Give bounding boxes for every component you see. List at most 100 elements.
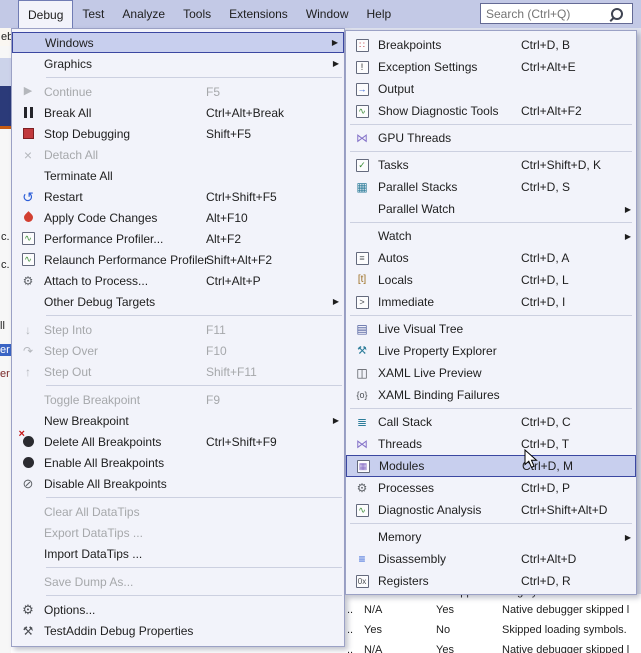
menu-item-locals[interactable]: [t] Locals Ctrl+D, L xyxy=(346,269,636,291)
menu-item-step-out[interactable]: ↑ Step Out Shift+F11 xyxy=(12,361,344,382)
menu-item-shortcut: Ctrl+Shift+Alt+D xyxy=(521,503,608,517)
background-navy-block xyxy=(0,86,11,126)
menu-item-memory[interactable]: Memory ▶ xyxy=(346,526,636,548)
menu-item-show-diagnostic-tools[interactable]: ∿ Show Diagnostic Tools Ctrl+Alt+F2 xyxy=(346,100,636,122)
menu-item-other-debug-targets[interactable]: Other Debug Targets ▶ xyxy=(12,291,344,312)
menu-item-apply-code-changes[interactable]: Apply Code Changes Alt+F10 xyxy=(12,207,344,228)
menu-item-parallel-watch[interactable]: Parallel Watch ▶ xyxy=(346,198,636,220)
menu-item-live-property-explorer[interactable]: ⚒ Live Property Explorer xyxy=(346,340,636,362)
menu-item-registers[interactable]: 0x Registers Ctrl+D, R xyxy=(346,570,636,592)
menu-item-stop-debugging[interactable]: Stop Debugging Shift+F5 xyxy=(12,123,344,144)
table-cell-col2: N/A xyxy=(364,644,383,653)
menu-item-performance-profiler[interactable]: ∿ Performance Profiler... Alt+F2 xyxy=(12,228,344,249)
menubar-item-debug[interactable]: Debug xyxy=(18,0,74,28)
menu-separator xyxy=(350,222,632,223)
menu-item-tasks[interactable]: ✓ Tasks Ctrl+Shift+D, K xyxy=(346,154,636,176)
menu-item-label: Clear All DataTips xyxy=(44,504,140,519)
background-text-fragment: c. xyxy=(1,259,10,271)
menu-item-autos[interactable]: ≡ Autos Ctrl+D, A xyxy=(346,247,636,269)
menu-item-label: Disable All Breakpoints xyxy=(44,476,167,491)
menu-item-output[interactable]: → Output xyxy=(346,78,636,100)
menu-item-label: Threads xyxy=(378,437,423,451)
menu-item-diagnostic-analysis[interactable]: ∿ Diagnostic Analysis Ctrl+Shift+Alt+D xyxy=(346,499,636,521)
step-into-icon: ↓ xyxy=(25,322,31,337)
menu-item-label: Break All xyxy=(44,105,92,120)
menu-item-break-all[interactable]: Break All Ctrl+Alt+Break xyxy=(12,102,344,123)
menu-item-shortcut: Shift+F11 xyxy=(206,364,257,379)
show-diagnostic-tools-icon: ∿ xyxy=(355,104,369,118)
menu-item-label: Parallel Stacks xyxy=(378,180,458,194)
table-row[interactable]: .. Yes No Skipped loading symbols. xyxy=(345,620,641,640)
diagnostic-analysis-icon: ∿ xyxy=(355,503,369,517)
menubar-item-extensions[interactable]: Extensions xyxy=(220,0,297,28)
menubar-item-help[interactable]: Help xyxy=(358,0,401,28)
registers-icon: 0x xyxy=(355,574,369,588)
menu-item-shortcut: Ctrl+D, R xyxy=(521,574,571,588)
menu-item-label: Stop Debugging xyxy=(44,126,131,141)
menu-item-shortcut: Ctrl+D, S xyxy=(521,180,571,194)
menu-item-restart[interactable]: ↺ Restart Ctrl+Shift+F5 xyxy=(12,186,344,207)
menu-item-step-over[interactable]: ↷ Step Over F10 xyxy=(12,340,344,361)
menu-item-enable-all-breakpoints[interactable]: Enable All Breakpoints xyxy=(12,452,344,473)
menu-separator xyxy=(46,497,342,498)
menu-separator xyxy=(350,151,632,152)
menu-item-attach-to-process[interactable]: ⚙ Attach to Process... Ctrl+Alt+P xyxy=(12,270,344,291)
menu-item-windows[interactable]: Windows ▶ xyxy=(12,32,344,53)
menu-item-testaddin-debug-properties[interactable]: ⚒ TestAddin Debug Properties xyxy=(12,620,344,641)
menu-item-clear-all-datatips[interactable]: Clear All DataTips xyxy=(12,501,344,522)
menu-item-step-into[interactable]: ↓ Step Into F11 xyxy=(12,319,344,340)
menu-item-call-stack[interactable]: ≣ Call Stack Ctrl+D, C xyxy=(346,411,636,433)
menubar-item-tools[interactable]: Tools xyxy=(174,0,220,28)
menu-item-gpu-threads[interactable]: ⋈ GPU Threads xyxy=(346,127,636,149)
menu-item-toggle-breakpoint[interactable]: Toggle Breakpoint F9 xyxy=(12,389,344,410)
disassembly-icon: ≡ xyxy=(358,552,366,566)
menubar-item-test[interactable]: Test xyxy=(73,0,113,28)
background-text-fragment: c. xyxy=(1,231,10,243)
menu-item-delete-all-breakpoints[interactable]: Delete All Breakpoints Ctrl+Shift+F9 xyxy=(12,428,344,452)
menu-item-label: Modules xyxy=(379,459,425,473)
menu-item-continue[interactable]: ▶ Continue F5 xyxy=(12,81,344,102)
autos-icon: ≡ xyxy=(355,251,369,265)
menu-separator xyxy=(46,595,342,596)
table-row[interactable]: .. N/A Yes Native debugger skipped l xyxy=(345,640,641,653)
menu-item-options[interactable]: ⚙ Options... xyxy=(12,599,344,620)
menu-item-new-breakpoint[interactable]: New Breakpoint ▶ xyxy=(12,410,344,431)
menu-item-label: Disassembly xyxy=(378,552,447,566)
menu-item-label: Delete All Breakpoints xyxy=(44,434,162,449)
menu-item-processes[interactable]: ⚙ Processes Ctrl+D, P xyxy=(346,477,636,499)
menu-item-terminate-all[interactable]: Terminate All xyxy=(12,165,344,186)
table-row[interactable]: .. N/A Yes Native debugger skipped l xyxy=(345,600,641,620)
menu-item-breakpoints[interactable]: ∷ Breakpoints Ctrl+D, B xyxy=(346,34,636,56)
menu-item-modules[interactable]: ▦ Modules Ctrl+D, M xyxy=(346,455,636,477)
menu-item-label: Save Dump As... xyxy=(44,574,134,589)
menubar-item-analyze[interactable]: Analyze xyxy=(113,0,174,28)
threads-icon: ⋈ xyxy=(356,437,368,451)
table-cell-col2: Yes xyxy=(364,624,382,636)
menubar-item-window[interactable]: Window xyxy=(297,0,358,28)
menu-item-watch[interactable]: Watch ▶ xyxy=(346,225,636,247)
menu-item-threads[interactable]: ⋈ Threads Ctrl+D, T xyxy=(346,433,636,455)
menu-item-relaunch-performance-profiler[interactable]: ∿ Relaunch Performance Profiler Shift+Alt+… xyxy=(12,249,344,270)
menu-item-disable-all-breakpoints[interactable]: ⊘ Disable All Breakpoints xyxy=(12,473,344,494)
menu-item-label: Import DataTips ... xyxy=(44,546,143,561)
submenu-arrow-icon: ▶ xyxy=(331,38,338,47)
menu-item-detach-all[interactable]: × Detach All xyxy=(12,144,344,165)
menu-item-graphics[interactable]: Graphics ▶ xyxy=(12,53,344,74)
menu-item-exception-settings[interactable]: ! Exception Settings Ctrl+Alt+E xyxy=(346,56,636,78)
menu-item-immediate[interactable]: > Immediate Ctrl+D, I xyxy=(346,291,636,313)
modules-table: Skipped loading symbols. .. N/A Yes Native … xyxy=(345,595,641,653)
menu-item-shortcut: Ctrl+D, P xyxy=(521,481,571,495)
menu-item-save-dump-as[interactable]: Save Dump As... xyxy=(12,571,344,592)
menu-item-label: Breakpoints xyxy=(378,38,442,52)
menu-item-xaml-live-preview[interactable]: ◫ XAML Live Preview xyxy=(346,362,636,384)
search-box[interactable] xyxy=(480,3,633,24)
search-input[interactable] xyxy=(481,6,611,21)
menu-item-disassembly[interactable]: ≡ Disassembly Ctrl+Alt+D xyxy=(346,548,636,570)
menu-item-live-visual-tree[interactable]: ▤ Live Visual Tree xyxy=(346,318,636,340)
menu-item-export-datatips[interactable]: Export DataTips ... xyxy=(12,522,344,543)
menu-item-parallel-stacks[interactable]: ▦ Parallel Stacks Ctrl+D, S xyxy=(346,176,636,198)
menu-separator xyxy=(46,567,342,568)
table-cell-message: Native debugger skipped l xyxy=(502,604,630,616)
menu-item-xaml-binding-failures[interactable]: {o} XAML Binding Failures xyxy=(346,384,636,406)
menu-item-import-datatips[interactable]: Import DataTips ... xyxy=(12,543,344,564)
